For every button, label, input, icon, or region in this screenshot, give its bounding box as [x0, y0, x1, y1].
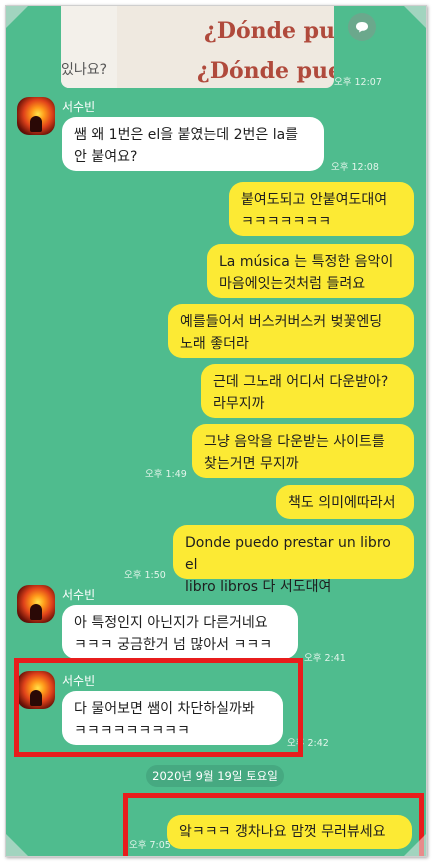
outgoing-message-bubble[interactable]: La música 는 특정한 음악이 마음에잇는것처럼 들려요: [207, 244, 414, 298]
message-text-line: 아 특정인지 아닌지가 다른거네요: [74, 615, 268, 631]
highlight-box: [123, 793, 424, 856]
outgoing-message-bubble[interactable]: 그냥 음악을 다운받는 사이트를 찾는거면 무지까: [192, 424, 414, 478]
message-text-line: 마음에잇는것처럼 들려요: [219, 276, 366, 292]
avatar[interactable]: [17, 97, 55, 135]
outgoing-message-bubble[interactable]: 붙여도되고 안붙여도대여 ㅋㅋㅋㅋㅋㅋㅋ: [229, 182, 414, 236]
message-text-line: 붙여도되고 안붙여도대여: [241, 192, 388, 208]
outgoing-message-bubble[interactable]: Donde puedo prestar un libro el libro li…: [173, 525, 414, 595]
highlight-box: [14, 658, 303, 757]
page-curl-decoration: [404, 834, 426, 856]
outgoing-message-bubble[interactable]: 근데 그노래 어디서 다운받아? 라무지까: [201, 364, 414, 418]
image-message-time: 오후 12:07: [334, 77, 382, 88]
message-text-line: 찾는거면 무지까: [204, 456, 299, 472]
date-divider: 2020년 9월 19일 토요일: [146, 765, 284, 787]
message-text-line: 근데 그노래 어디서 다운받아?: [213, 374, 389, 390]
message-text-line: 책도 의미에따라서: [288, 495, 396, 511]
message-time: 오후 2:41: [304, 653, 346, 664]
message-text-line: 라무지까: [213, 396, 265, 412]
page-curl-decoration: [6, 834, 28, 856]
page-curl-decoration: [404, 6, 426, 28]
message-text-line: 예를들어서 버스커버스커 벚꽃엔딩: [180, 314, 383, 330]
chat-bubble-icon[interactable]: [348, 13, 376, 41]
message-text-line: La música 는 특정한 음악이: [219, 254, 394, 270]
message-time: 오후 1:49: [145, 469, 187, 480]
message-text-line: 쌤 왜 1번은 el을 붙였는데 2번은 la를: [74, 127, 299, 143]
image-left-text: 있나요?: [61, 62, 108, 78]
message-text-line: Donde puedo prestar un libro el: [185, 535, 391, 573]
incoming-message-bubble[interactable]: 아 특정인지 아닌지가 다른거네요 ㅋㅋㅋ 궁금한거 넘 많아서 ㅋㅋㅋ: [62, 605, 298, 659]
image-caption-line-1: ¿Dónde pued: [204, 18, 334, 44]
message-text-line: 안 붙여요?: [74, 149, 138, 165]
message-text-line: 노래 좋더라: [180, 336, 249, 352]
image-caption-line-2: ¿Dónde pued: [197, 58, 334, 84]
message-text-line: libro libros 다 서도대여: [185, 579, 332, 595]
message-text-line: 그냥 음악을 다운받는 사이트를: [204, 434, 385, 450]
chat-screenshot-frame: 있나요? ¿Dónde pued ¿Dónde pued 오후 12:07 서수…: [5, 5, 427, 857]
message-text-line: ㅋㅋㅋ 궁금한거 넘 많아서 ㅋㅋㅋ: [74, 637, 273, 653]
message-time: 오후 12:08: [331, 162, 379, 173]
avatar[interactable]: [17, 585, 55, 623]
sender-name: 서수빈: [62, 588, 96, 602]
incoming-message-bubble[interactable]: 쌤 왜 1번은 el을 붙였는데 2번은 la를 안 붙여요?: [62, 117, 324, 171]
page-curl-decoration: [6, 6, 28, 28]
outgoing-message-bubble[interactable]: 책도 의미에따라서: [276, 485, 414, 519]
message-text-line: ㅋㅋㅋㅋㅋㅋㅋ: [241, 214, 332, 230]
outgoing-message-bubble[interactable]: 예를들어서 버스커버스커 벚꽃엔딩 노래 좋더라: [168, 304, 414, 358]
sender-name: 서수빈: [62, 100, 96, 114]
message-time: 오후 1:50: [124, 570, 166, 581]
image-message[interactable]: 있나요? ¿Dónde pued ¿Dónde pued: [61, 6, 334, 88]
